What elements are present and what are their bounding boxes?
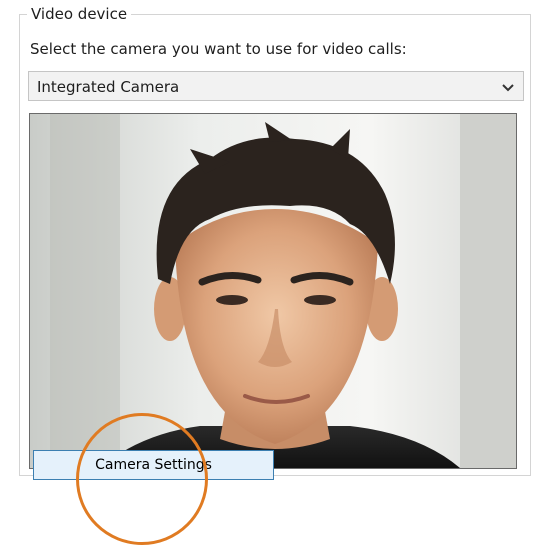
chevron-down-icon[interactable]: [501, 79, 515, 93]
camera-preview-image: [30, 114, 516, 468]
camera-prompt-label: Select the camera you want to use for vi…: [30, 40, 407, 58]
camera-preview: [29, 113, 517, 469]
camera-select[interactable]: Integrated Camera: [28, 71, 524, 101]
group-title: Video device: [27, 5, 132, 23]
video-settings-panel: Video device Select the camera you want …: [0, 0, 536, 545]
selected-camera-value: Integrated Camera: [37, 78, 180, 96]
camera-settings-button[interactable]: Camera Settings: [33, 450, 274, 480]
